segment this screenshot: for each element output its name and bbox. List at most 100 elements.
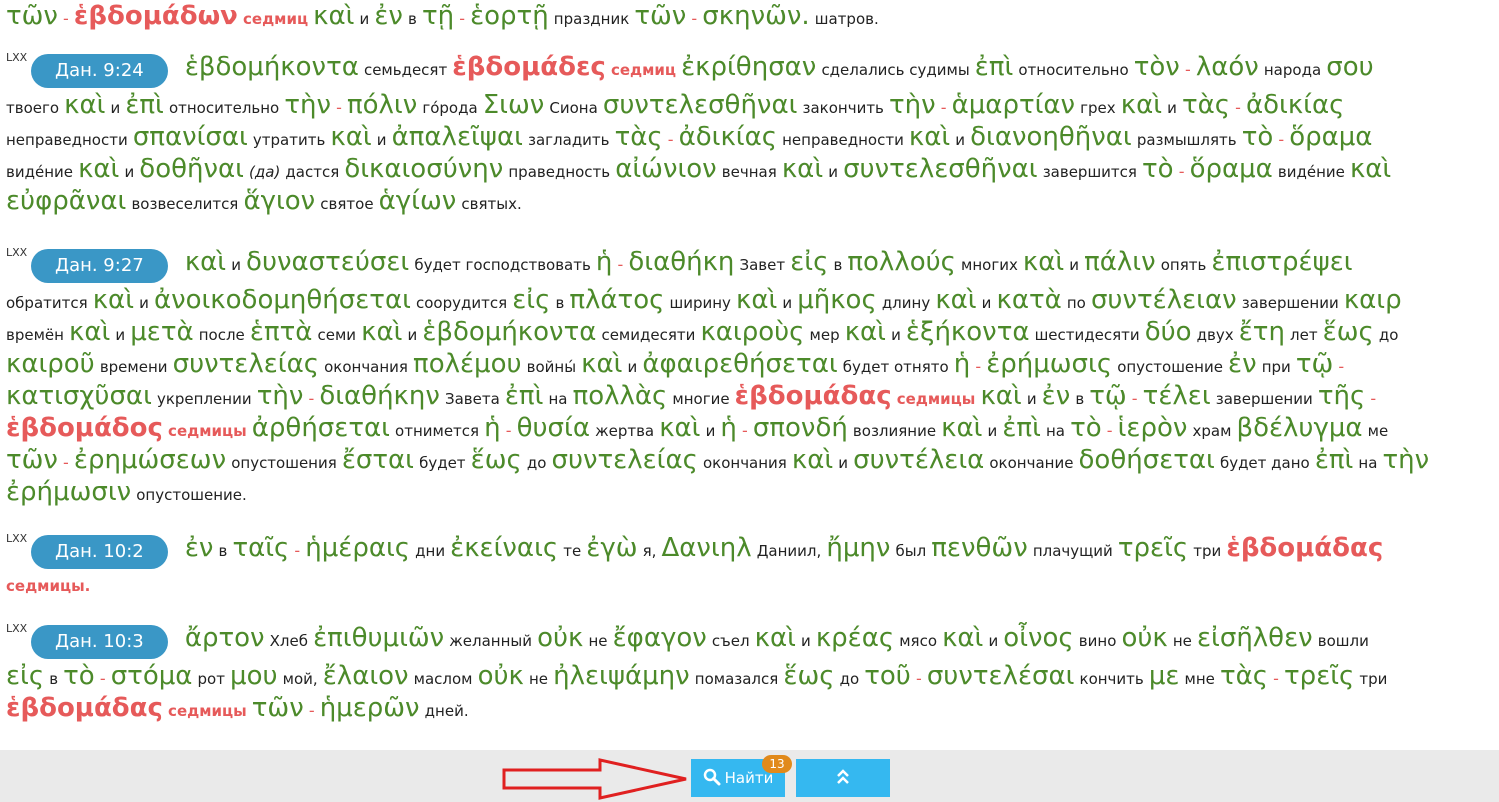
greek-word[interactable]: τὰς [615, 122, 663, 152]
greek-word[interactable]: καὶ [909, 122, 950, 152]
greek-word[interactable]: τὸ [1070, 413, 1102, 443]
greek-word[interactable]: συντελεσθῆναι [603, 90, 798, 120]
greek-word[interactable]: κατισχῦσαι [6, 381, 152, 411]
greek-word[interactable]: ἡ [484, 413, 500, 443]
greek-word[interactable]: κατὰ [997, 285, 1062, 315]
greek-word[interactable]: ἐρημώσεων [74, 445, 226, 475]
greek-word[interactable]: συντέλεια [853, 445, 984, 475]
greek-word[interactable]: δοθῆναι [139, 154, 244, 184]
greek-word[interactable]: ἕως [1323, 317, 1374, 347]
greek-word[interactable]: ἀπαλεῖψαι [392, 122, 523, 152]
greek-word[interactable]: πολλούς [847, 247, 956, 277]
greek-word[interactable]: δυναστεύσει [246, 247, 409, 277]
greek-word[interactable]: μετὰ [130, 317, 193, 347]
greek-word[interactable]: πόλιν [347, 90, 417, 120]
greek-word[interactable]: ἐπιθυμιῶν [313, 623, 444, 653]
greek-word[interactable]: πάλιν [1084, 247, 1156, 277]
greek-word[interactable]: με [1149, 661, 1180, 691]
greek-word[interactable]: καὶ [942, 623, 983, 653]
greek-word[interactable]: στόμα [111, 661, 193, 691]
greek-word[interactable]: καὶ [980, 381, 1021, 411]
greek-word[interactable]: ἐπὶ [1002, 413, 1041, 443]
greek-word[interactable]: διανοηθῆναι [970, 122, 1132, 152]
greek-word-highlight[interactable]: ἑβδομάδων [74, 1, 238, 31]
greek-word[interactable]: καὶ [941, 413, 982, 443]
greek-word[interactable]: δικαιοσύνην [344, 154, 503, 184]
greek-word[interactable]: συντελείας [551, 445, 697, 475]
greek-word[interactable]: καὶ [845, 317, 886, 347]
greek-word-highlight[interactable]: ἑβδομάδας [735, 381, 892, 411]
greek-word[interactable]: καὶ [78, 154, 119, 184]
greek-word[interactable]: ἀδικίας [679, 122, 777, 152]
greek-word[interactable]: δύο [1145, 317, 1192, 347]
greek-word[interactable]: ἔλαιον [323, 661, 409, 691]
greek-word[interactable]: τὴν [257, 381, 304, 411]
greek-word[interactable]: ἁμαρτίαν [952, 90, 1075, 120]
greek-word[interactable]: καὶ [659, 413, 700, 443]
greek-word[interactable]: τῆς [1318, 381, 1365, 411]
greek-word[interactable]: ἐκείναις [450, 533, 558, 563]
greek-word[interactable]: τέλει [1143, 381, 1211, 411]
greek-word[interactable]: καὶ [736, 285, 777, 315]
greek-word[interactable]: αἰώνιον [615, 154, 716, 184]
greek-word[interactable]: πολέμου [413, 349, 522, 379]
greek-word[interactable]: πενθῶν [931, 533, 1027, 563]
greek-word[interactable]: τὸ [1142, 154, 1174, 184]
greek-word[interactable]: ταῖς [232, 533, 289, 563]
greek-word[interactable]: ἅγιον [243, 186, 315, 216]
greek-word[interactable]: καὶ [755, 623, 796, 653]
verse-reference-button[interactable]: Дан. 9:27 [31, 248, 168, 283]
greek-word[interactable]: οὐκ [1121, 623, 1167, 653]
greek-word[interactable]: εἰς [512, 285, 550, 315]
greek-word[interactable]: ἡ [720, 413, 736, 443]
greek-word[interactable]: μου [230, 661, 278, 691]
greek-word[interactable]: τὴν [1383, 445, 1430, 475]
greek-word[interactable]: τρεῖς [1118, 533, 1188, 563]
greek-word[interactable]: ἡμέραις [305, 533, 410, 563]
greek-word[interactable]: ἔφαγον [613, 623, 707, 653]
greek-word[interactable]: ἐν [1042, 381, 1071, 411]
greek-word[interactable]: ἐρήμωσιν [6, 477, 131, 507]
greek-word[interactable]: καὶ [1023, 247, 1064, 277]
greek-word[interactable]: οὐκ [478, 661, 524, 691]
greek-word[interactable]: ἐπιστρέψει [1211, 247, 1352, 277]
greek-word[interactable]: ὅραμα [1289, 122, 1372, 152]
greek-word[interactable]: καιροὺς [700, 317, 804, 347]
greek-word[interactable]: εὐφρᾶναι [6, 186, 126, 216]
greek-word[interactable]: τὸ [1242, 122, 1274, 152]
greek-word[interactable]: πολλὰς [573, 381, 668, 411]
greek-word[interactable]: ἡ [954, 349, 970, 379]
greek-word[interactable]: καὶ [69, 317, 110, 347]
greek-word[interactable]: καὶ [581, 349, 622, 379]
greek-word[interactable]: ἡ [596, 247, 612, 277]
greek-word[interactable]: εἰς [790, 247, 828, 277]
greek-word[interactable]: δοθήσεται [1079, 445, 1215, 475]
greek-word[interactable]: καιροῦ [6, 349, 95, 379]
greek-word[interactable]: βδέλυγμα [1236, 413, 1362, 443]
greek-word[interactable]: ἁγίων [379, 186, 457, 216]
greek-word[interactable]: σπανίσαι [133, 122, 248, 152]
greek-word[interactable]: καὶ [64, 90, 105, 120]
greek-word[interactable]: καὶ [330, 122, 371, 152]
greek-word[interactable]: λαόν [1196, 52, 1259, 82]
greek-word[interactable]: συντελέσαι [927, 661, 1075, 691]
greek-word[interactable]: καὶ [361, 317, 402, 347]
greek-word[interactable]: κρέας [816, 623, 894, 653]
greek-word[interactable]: τῶν [6, 1, 58, 31]
greek-word[interactable]: τὸ [63, 661, 95, 691]
greek-word[interactable]: ἄρτον [185, 623, 265, 653]
verse-reference-button[interactable]: Дан. 10:2 [31, 534, 168, 569]
greek-word[interactable]: καὶ [185, 247, 226, 277]
greek-word[interactable]: Σιων [483, 90, 545, 120]
greek-word-highlight[interactable]: ἑβδομάδες [452, 52, 606, 82]
greek-word[interactable]: ἑξήκοντα [906, 317, 1030, 347]
greek-word[interactable]: καιρ [1344, 285, 1402, 315]
greek-word[interactable]: ἐπὶ [505, 381, 544, 411]
greek-word[interactable]: καὶ [313, 1, 354, 31]
greek-word[interactable]: ἑβδομήκοντα [422, 317, 596, 347]
greek-word[interactable]: συντελείας [173, 349, 319, 379]
greek-word[interactable]: ἐπὶ [125, 90, 164, 120]
greek-word-highlight[interactable]: ἑβδομάδας [1226, 533, 1383, 563]
greek-word[interactable]: καὶ [1350, 154, 1391, 184]
greek-word[interactable]: ἔσται [342, 445, 414, 475]
